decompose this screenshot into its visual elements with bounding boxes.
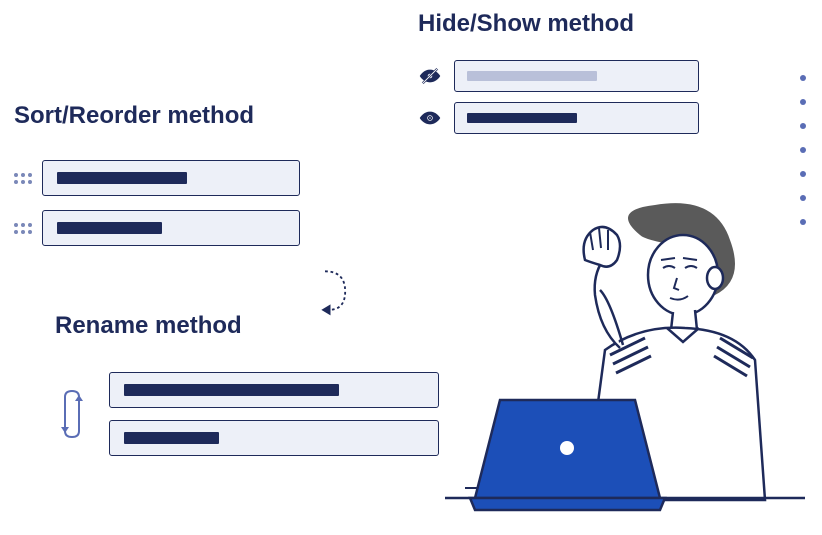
drag-handle-icon[interactable] [14,223,32,234]
placeholder-bar [467,113,577,123]
sort-title: Sort/Reorder method [14,102,300,130]
hideshow-field-hidden[interactable] [454,60,699,92]
rename-section: Rename method [55,312,439,456]
sort-row-2 [14,210,300,246]
placeholder-bar [57,172,187,184]
hideshow-title: Hide/Show method [418,10,699,38]
hideshow-row-visible [418,102,699,134]
rename-field-2[interactable] [109,420,439,456]
sort-section: Sort/Reorder method [14,102,300,260]
placeholder-bar [467,71,597,81]
drag-handle-icon[interactable] [14,173,32,184]
hideshow-section: Hide/Show method [418,10,699,144]
sort-row-1 [14,160,300,196]
placeholder-bar [124,384,339,396]
eye-slash-icon[interactable] [418,64,442,88]
decorative-dots [800,75,806,225]
placeholder-bar [124,432,219,444]
rename-title: Rename method [55,312,439,340]
hideshow-field-visible[interactable] [454,102,699,134]
sort-field-2[interactable] [42,210,300,246]
person-laptop-illustration [445,200,805,530]
rename-field-1[interactable] [109,372,439,408]
cycle-arrows-icon [55,385,89,443]
eye-icon[interactable] [418,106,442,130]
sort-field-1[interactable] [42,160,300,196]
hideshow-row-hidden [418,60,699,92]
placeholder-bar [57,222,162,234]
swap-arrow-icon [316,264,356,319]
